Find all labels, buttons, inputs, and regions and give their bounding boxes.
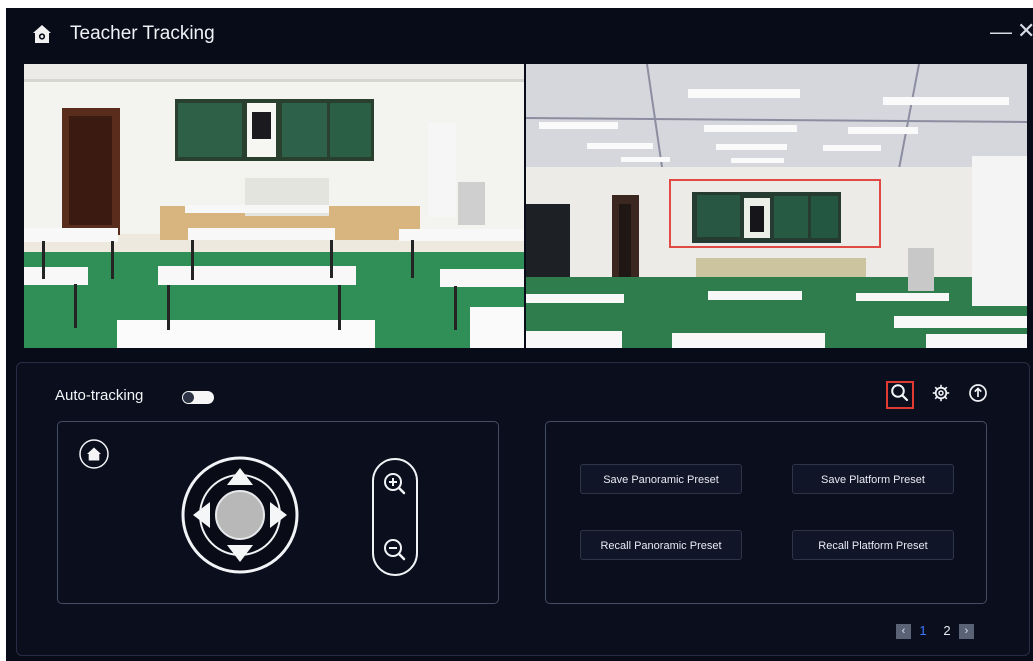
page-2-button[interactable]: 2 [935,623,959,639]
next-page-button[interactable]: › [959,623,974,639]
settings-button[interactable] [927,381,955,409]
zoom-in-button[interactable] [380,469,410,499]
previous-page-button[interactable]: ‹ [896,623,911,639]
home-position-button[interactable] [79,439,109,469]
pagination: ‹ 1 2 › [896,623,974,639]
minimize-button[interactable]: — [990,20,1012,44]
ptz-control-box [57,421,499,604]
close-button[interactable]: ✕ [1017,19,1033,43]
platform-camera-view[interactable] [24,64,524,348]
upload-arrow-icon [968,383,988,408]
search-icon [890,383,910,408]
home-icon [79,439,109,469]
panoramic-camera-view[interactable] [526,64,1027,348]
home-icon [30,22,54,46]
search-button[interactable] [886,381,914,409]
auto-tracking-label: Auto-tracking [55,387,144,404]
preset-control-box: Save Panoramic Preset Save Platform Pres… [545,421,987,604]
direction-pad[interactable] [180,455,300,575]
toggle-knob [183,392,194,403]
upload-button[interactable] [964,381,992,409]
save-panoramic-preset-button[interactable]: Save Panoramic Preset [580,464,742,494]
window-title: Teacher Tracking [70,23,215,44]
control-panel: Auto-tracking Save Panoramic Preset Save… [16,362,1030,656]
page-1-button[interactable]: 1 [911,623,935,639]
zoom-out-icon [384,539,406,561]
save-platform-preset-button[interactable]: Save Platform Preset [792,464,954,494]
title-bar: Teacher Tracking — ✕ [6,8,1033,60]
teacher-tracking-window: Teacher Tracking — ✕ Auto-tracking Save … [6,8,1033,661]
recall-platform-preset-button[interactable]: Recall Platform Preset [792,530,954,560]
zoom-control [371,457,419,577]
gear-icon [931,383,951,408]
recall-panoramic-preset-button[interactable]: Recall Panoramic Preset [580,530,742,560]
zoom-in-icon [384,473,406,495]
zoom-out-button[interactable] [380,535,410,565]
auto-tracking-toggle[interactable] [182,391,214,404]
